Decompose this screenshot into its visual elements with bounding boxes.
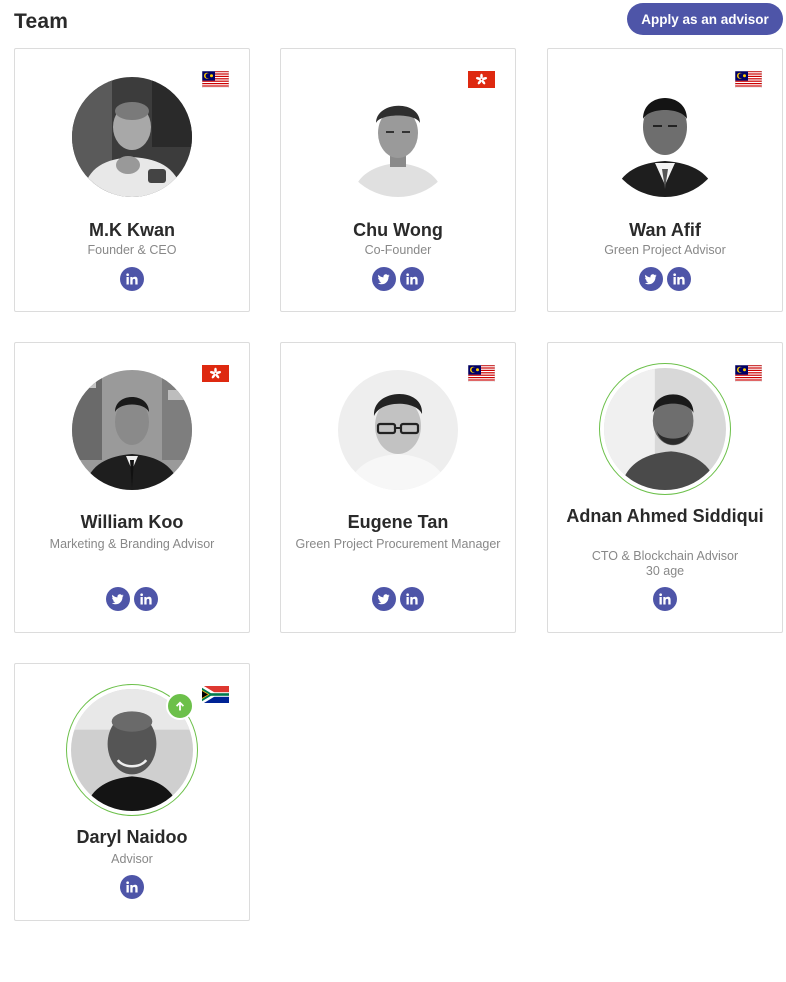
member-name: Wan Afif — [629, 220, 701, 240]
member-name: Eugene Tan — [347, 512, 449, 532]
team-member-card: Wan Afif Green Project Advisor — [547, 48, 783, 312]
twitter-icon[interactable] — [639, 267, 663, 291]
malaysia-flag-icon — [202, 71, 229, 88]
linkedin-icon[interactable] — [400, 587, 424, 611]
team-member-card: Eugene Tan Green Project Procurement Man… — [280, 342, 516, 633]
avatar — [338, 77, 458, 197]
team-member-card: Chu Wong Co-Founder — [280, 48, 516, 312]
linkedin-icon[interactable] — [120, 267, 144, 291]
linkedin-icon[interactable] — [120, 875, 144, 899]
social-links — [15, 267, 249, 291]
member-role: Green Project Procurement Manager — [295, 537, 501, 551]
member-name: Chu Wong — [353, 220, 443, 240]
avatar — [72, 77, 192, 197]
team-member-card: Adnan Ahmed Siddiqui CTO & Blockchain Ad… — [547, 342, 783, 633]
team-member-card: Daryl Naidoo Advisor — [14, 663, 250, 921]
malaysia-flag-icon — [468, 365, 495, 382]
member-age: 30 age — [645, 564, 685, 578]
social-links — [548, 587, 782, 611]
linkedin-icon[interactable] — [400, 267, 424, 291]
avatar — [605, 77, 725, 197]
linkedin-icon[interactable] — [667, 267, 691, 291]
member-role: CTO & Blockchain Advisor — [591, 549, 739, 563]
member-role: Marketing & Branding Advisor — [49, 537, 215, 551]
twitter-icon[interactable] — [372, 267, 396, 291]
team-member-card: William Koo Marketing & Branding Advisor — [14, 342, 250, 633]
social-links — [15, 875, 249, 899]
team-header: Team Apply as an advisor — [0, 0, 786, 48]
twitter-icon[interactable] — [372, 587, 396, 611]
hong-kong-flag-icon — [468, 71, 495, 88]
linkedin-icon[interactable] — [134, 587, 158, 611]
south-africa-flag-icon — [202, 686, 229, 703]
member-role: Co-Founder — [364, 243, 432, 257]
member-role: Green Project Advisor — [604, 243, 726, 257]
malaysia-flag-icon — [735, 71, 762, 88]
apply-as-advisor-button[interactable]: Apply as an advisor — [627, 3, 783, 35]
member-name: M.K Kwan — [88, 220, 175, 240]
arrow-up-icon — [166, 692, 194, 720]
hong-kong-flag-icon — [202, 365, 229, 382]
malaysia-flag-icon — [735, 365, 762, 382]
member-name: Adnan Ahmed Siddiqui — [566, 506, 764, 526]
member-role: Founder & CEO — [87, 243, 177, 257]
social-links — [281, 267, 515, 291]
member-name: Daryl Naidoo — [76, 827, 188, 847]
member-role: Advisor — [111, 852, 153, 866]
social-links — [281, 587, 515, 611]
avatar — [338, 370, 458, 490]
social-links — [15, 587, 249, 611]
linkedin-icon[interactable] — [653, 587, 677, 611]
twitter-icon[interactable] — [106, 587, 130, 611]
social-links — [548, 267, 782, 291]
team-member-card: M.K Kwan Founder & CEO — [14, 48, 250, 312]
avatar — [599, 363, 731, 495]
member-name: William Koo — [80, 512, 184, 532]
section-title: Team — [14, 10, 69, 33]
avatar — [72, 370, 192, 490]
